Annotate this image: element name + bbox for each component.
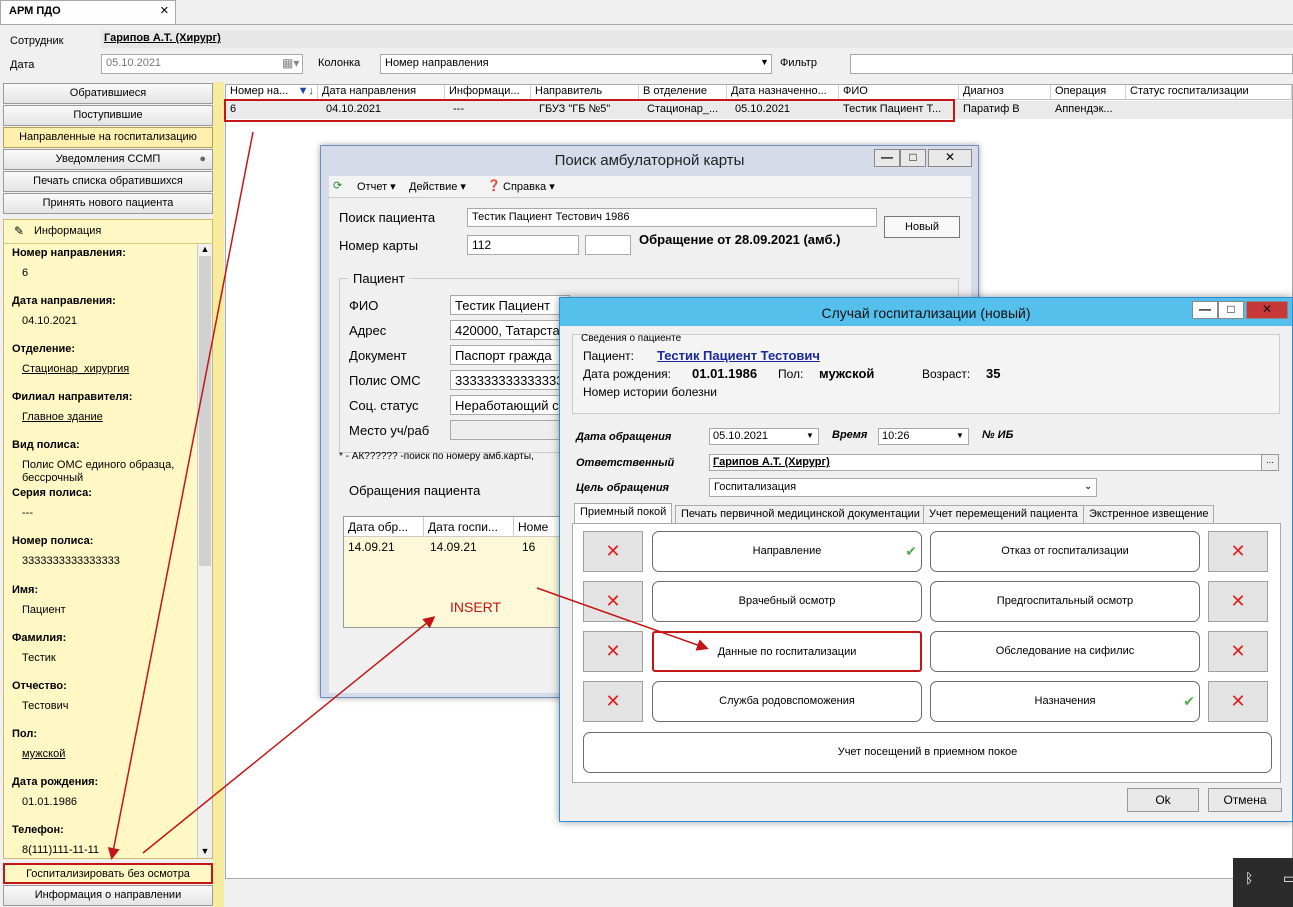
arrow-line — [142, 616, 436, 854]
arrow-line — [107, 131, 254, 860]
network-icon[interactable]: ▭ — [1283, 870, 1293, 887]
arrow-line — [536, 587, 709, 651]
bluetooth-icon[interactable]: ᛒ — [1245, 870, 1253, 886]
annotation-arrows — [107, 131, 709, 860]
system-tray: ᛒ ▭ — [1233, 858, 1293, 907]
